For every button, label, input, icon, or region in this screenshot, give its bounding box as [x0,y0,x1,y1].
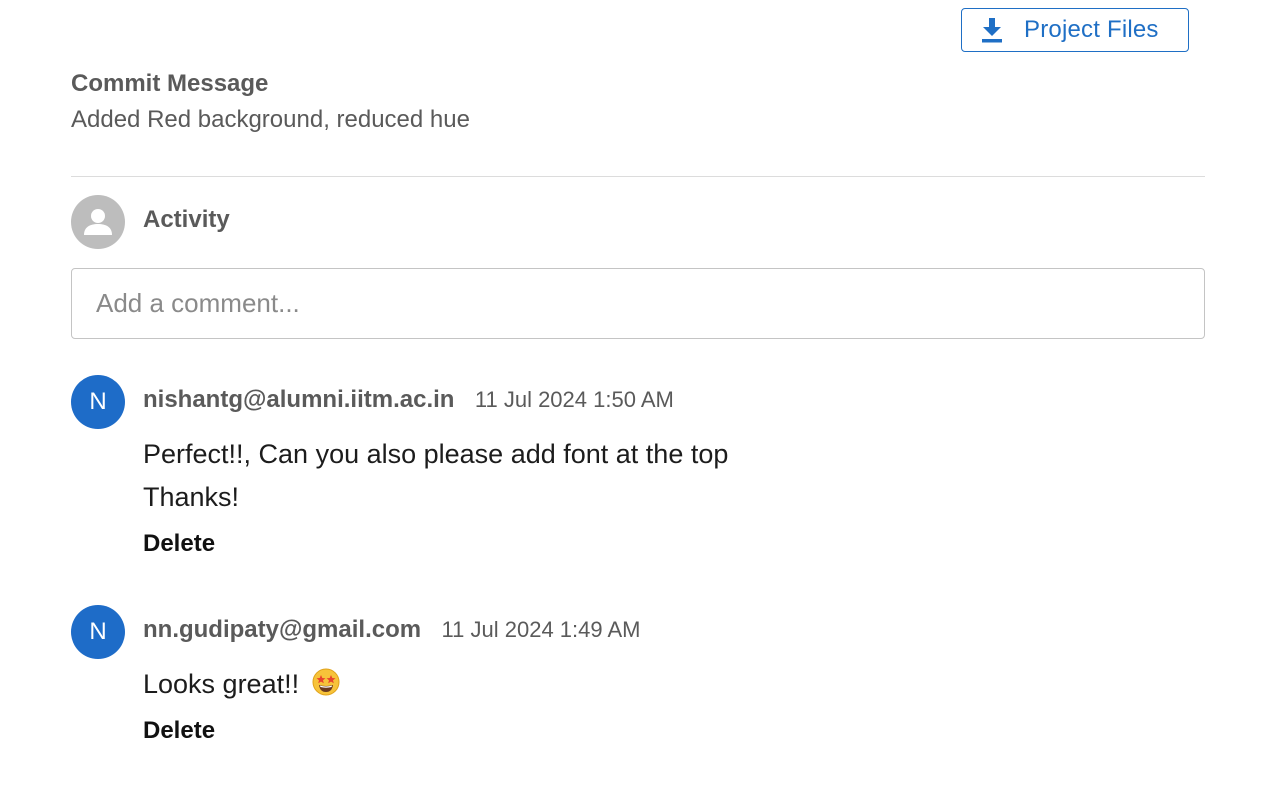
comment-author: nn.gudipaty@gmail.com [143,616,422,643]
comment-line: Thanks! [143,482,240,512]
project-files-label: Project Files [1024,16,1159,43]
section-divider [71,176,1205,177]
star-struck-emoji-icon [311,667,341,710]
commit-detail-page: Project Files Commit Message Added Red b… [0,0,1272,794]
comment-body: Perfect!!, Can you also please add font … [143,433,728,519]
comment-meta: nishantg@alumni.iitm.ac.in 11 Jul 2024 1… [143,386,674,414]
comment-body: Looks great!! [143,663,341,710]
project-files-button[interactable]: Project Files [961,8,1189,52]
avatar: N [71,605,125,659]
avatar: N [71,375,125,429]
delete-comment-button[interactable]: Delete [143,530,215,558]
comment-timestamp: 11 Jul 2024 1:49 AM [441,617,641,642]
user-icon [71,195,125,249]
comment-author: nishantg@alumni.iitm.ac.in [143,386,455,413]
comment-line: Looks great!! [143,669,300,699]
delete-comment-button[interactable]: Delete [143,717,215,745]
activity-heading: Activity [143,206,230,233]
comment-item: N nishantg@alumni.iitm.ac.in 11 Jul 2024… [71,375,1205,565]
comment-meta: nn.gudipaty@gmail.com 11 Jul 2024 1:49 A… [143,616,641,644]
comment-input[interactable] [71,268,1205,339]
download-icon [980,16,1004,44]
commit-message-heading: Commit Message [71,70,269,97]
comment-timestamp: 11 Jul 2024 1:50 AM [474,387,674,412]
commit-message-text: Added Red background, reduced hue [71,106,470,133]
comment-item: N nn.gudipaty@gmail.com 11 Jul 2024 1:49… [71,605,1205,755]
comment-line: Perfect!!, Can you also please add font … [143,439,729,469]
